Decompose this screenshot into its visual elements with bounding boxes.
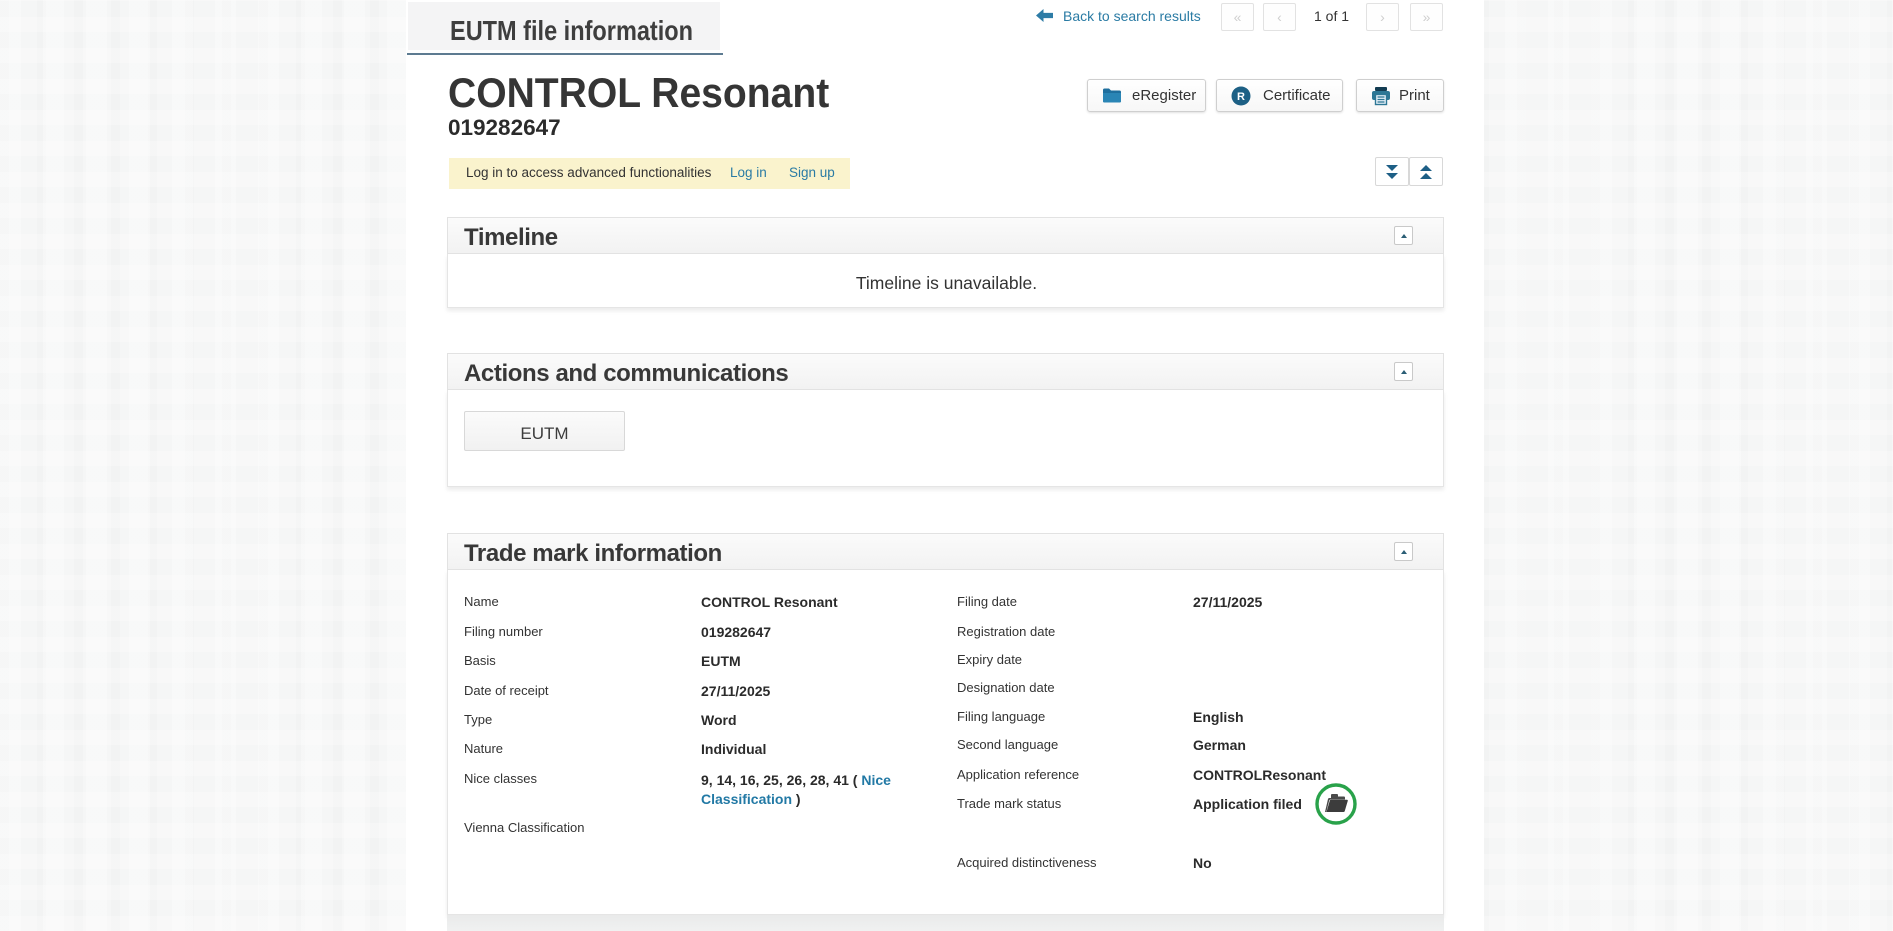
svg-text:R: R [1237, 91, 1245, 103]
